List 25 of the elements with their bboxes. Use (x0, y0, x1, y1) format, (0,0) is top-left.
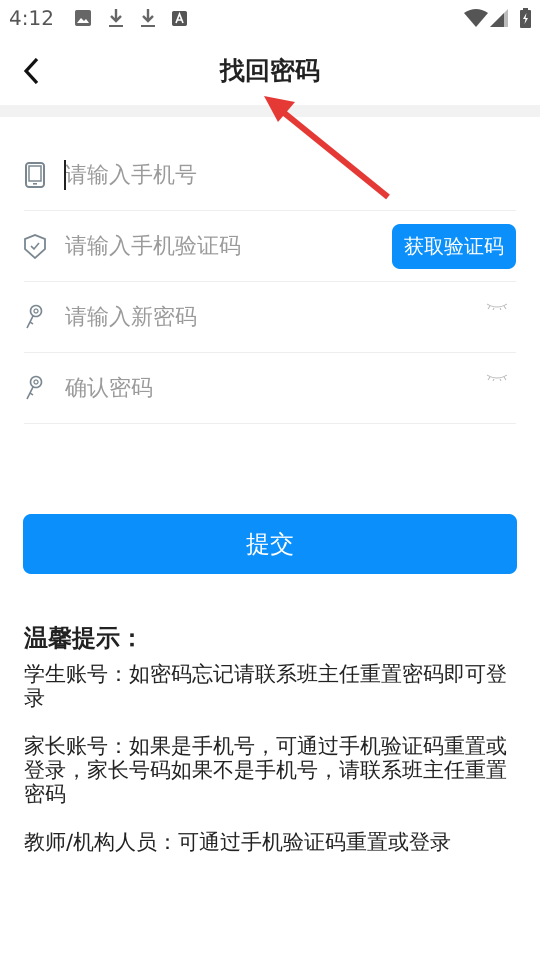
status-time: 4:12 (9, 5, 54, 32)
image-icon (74, 9, 92, 27)
page-title: 找回密码 (220, 54, 320, 87)
tip-text: 学生账号：如密码忘记请联系班主任重置密码即可登录 (24, 662, 508, 710)
key-icon (24, 304, 44, 330)
submit-button[interactable]: 提交 (23, 514, 517, 574)
shield-icon (24, 234, 46, 258)
signal-icon (490, 9, 508, 27)
download-icon (108, 8, 124, 28)
tip-text: 教师/机构人员：可通过手机验证码重置或登录 (24, 830, 452, 854)
eye-closed-icon (486, 373, 508, 381)
phone-icon (24, 162, 46, 188)
password-input[interactable]: 确认密码 (64, 368, 516, 408)
phone-input[interactable]: 请输入手机号 (64, 155, 516, 195)
wifi-icon (464, 9, 488, 27)
password-input[interactable]: 请输入新密码 (64, 297, 516, 337)
code-input[interactable]: 请输入手机验证码 (64, 226, 392, 266)
tips-title: 温馨提示： (24, 623, 145, 654)
download-icon (140, 8, 156, 28)
battery-icon (520, 8, 531, 28)
get-code-button[interactable]: 获取验证码 (392, 224, 516, 268)
key-icon (24, 375, 44, 401)
font-icon (172, 10, 187, 26)
eye-closed-icon (486, 302, 508, 310)
tip-text: 家长账号：如果是手机号，可通过手机验证码重置或登录，家长号码如果不是手机号，请联系班主任重置密码 (24, 734, 508, 806)
